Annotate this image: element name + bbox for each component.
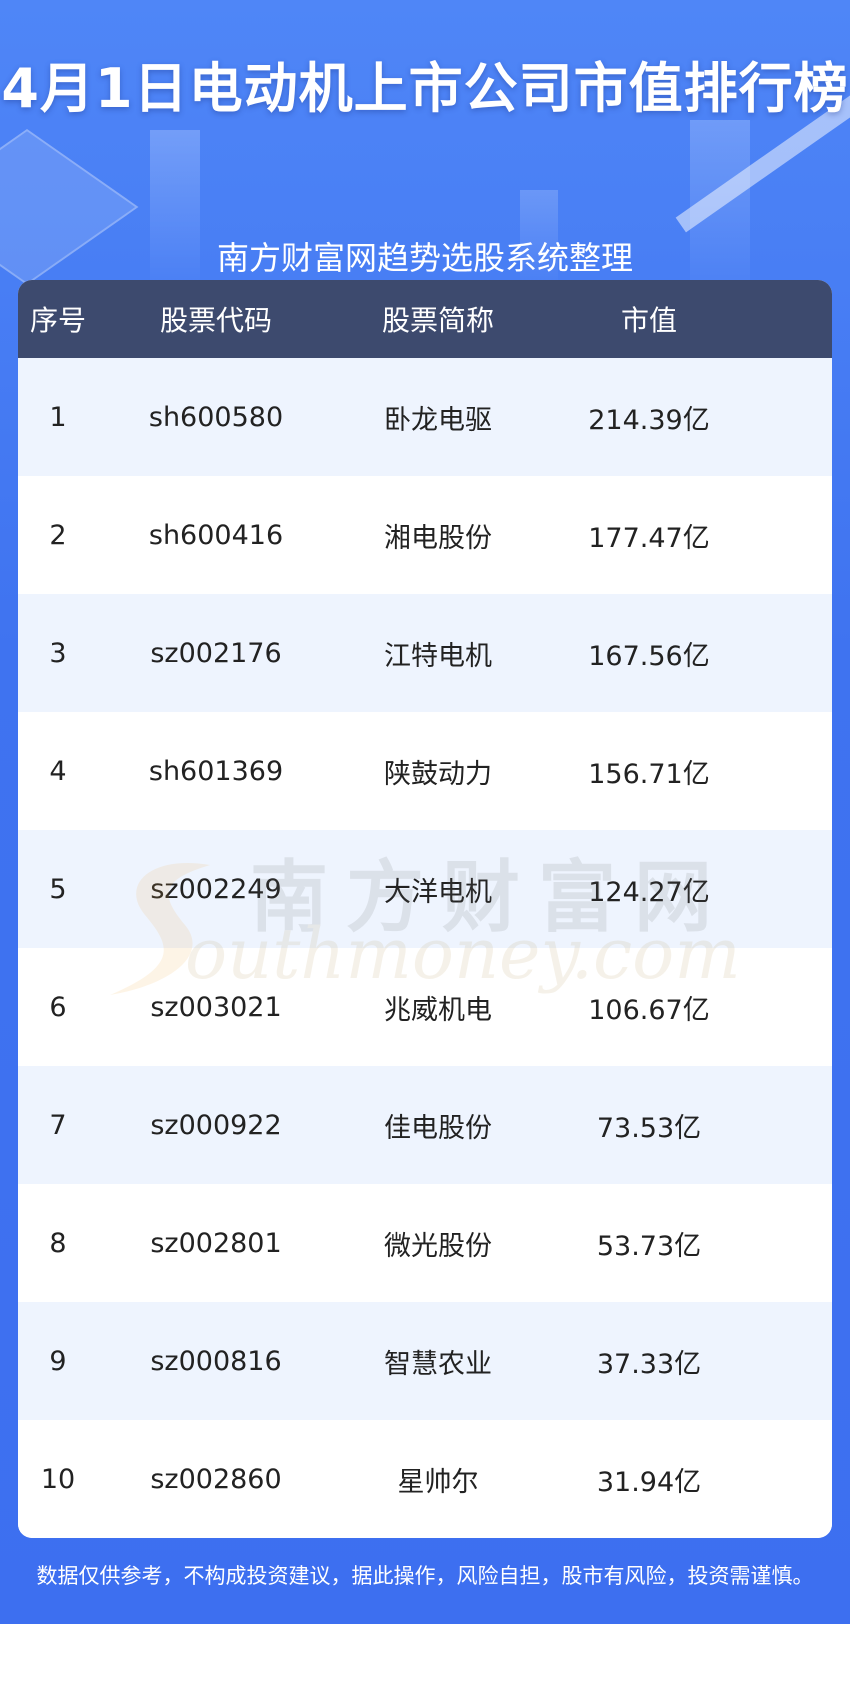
value-cell: 53.73亿 xyxy=(596,1230,702,1262)
table-row: 2 sh600416 湘电股份 177.47亿 xyxy=(18,476,832,594)
code-cell: sz002176 xyxy=(150,637,282,669)
value-cell: 106.67亿 xyxy=(588,994,710,1026)
value-cell: 156.71亿 xyxy=(588,758,710,790)
value-cell: 124.27亿 xyxy=(588,876,710,908)
table-row: 1 sh600580 卧龙电驱 214.39亿 xyxy=(18,358,832,476)
table-row: 10 sz002860 星帅尔 31.94亿 xyxy=(18,1420,832,1538)
name-cell: 江特电机 xyxy=(384,640,492,672)
code-cell: sz002801 xyxy=(150,1227,282,1259)
code-cell: sz002860 xyxy=(150,1463,282,1495)
table-row: 3 sz002176 江特电机 167.56亿 xyxy=(18,594,832,712)
value-cell: 73.53亿 xyxy=(596,1112,702,1144)
value-cell: 167.56亿 xyxy=(588,640,710,672)
disclaimer-text: 数据仅供参考，不构成投资建议，据此操作，风险自担，股市有风险，投资需谨慎。 xyxy=(36,1564,814,1588)
rank-cell: 4 xyxy=(49,755,67,787)
value-cell: 214.39亿 xyxy=(588,404,710,436)
rank-cell: 5 xyxy=(49,873,67,905)
name-cell: 大洋电机 xyxy=(384,876,492,908)
code-cell: sh600580 xyxy=(148,401,284,433)
code-cell: sh601369 xyxy=(148,755,284,787)
rank-cell: 3 xyxy=(49,637,67,669)
code-cell: sz002249 xyxy=(150,873,282,905)
name-cell: 湘电股份 xyxy=(384,522,492,554)
poster-background: 4月1日电动机上市公司市值排行榜 南方财富网趋势选股系统整理 序号 股票代码 股… xyxy=(0,0,850,1624)
value-cell: 31.94亿 xyxy=(596,1466,702,1498)
rank-cell: 1 xyxy=(49,401,67,433)
rank-cell: 9 xyxy=(49,1345,67,1377)
rank-cell: 10 xyxy=(40,1463,76,1495)
header-name: 股票简称 xyxy=(381,304,494,337)
header-value: 市值 xyxy=(620,304,677,337)
table-row: 7 sz000922 佳电股份 73.53亿 xyxy=(18,1066,832,1184)
rank-cell: 8 xyxy=(49,1227,67,1259)
code-cell: sz000816 xyxy=(150,1345,282,1377)
table-row: 5 sz002249 大洋电机 124.27亿 xyxy=(18,830,832,948)
table-row: 6 sz003021 兆威机电 106.67亿 xyxy=(18,948,832,1066)
table-body: 1 sh600580 卧龙电驱 214.39亿 2 sh600416 湘电股份 … xyxy=(18,358,832,1538)
rank-cell: 6 xyxy=(49,991,67,1023)
ranking-table: 序号 股票代码 股票简称 市值 1 sh600580 卧龙电驱 214.39亿 … xyxy=(18,280,832,1538)
rank-cell: 7 xyxy=(49,1109,67,1141)
value-cell: 177.47亿 xyxy=(588,522,710,554)
page-title: 4月1日电动机上市公司市值排行榜 xyxy=(1,57,849,120)
name-cell: 卧龙电驱 xyxy=(384,404,492,436)
header-code: 股票代码 xyxy=(159,304,272,337)
page-subtitle: 南方财富网趋势选股系统整理 xyxy=(216,239,633,277)
name-cell: 星帅尔 xyxy=(397,1466,479,1498)
code-cell: sz000922 xyxy=(150,1109,282,1141)
name-cell: 佳电股份 xyxy=(384,1112,492,1144)
value-cell: 37.33亿 xyxy=(596,1348,702,1380)
rank-cell: 2 xyxy=(49,519,67,551)
code-cell: sh600416 xyxy=(148,519,284,551)
name-cell: 微光股份 xyxy=(384,1230,492,1262)
table-header-row: 序号 股票代码 股票简称 市值 xyxy=(18,280,832,358)
table-row: 9 sz000816 智慧农业 37.33亿 xyxy=(18,1302,832,1420)
code-cell: sz003021 xyxy=(150,991,282,1023)
name-cell: 智慧农业 xyxy=(384,1348,492,1380)
table-row: 8 sz002801 微光股份 53.73亿 xyxy=(18,1184,832,1302)
name-cell: 陕鼓动力 xyxy=(384,758,492,790)
name-cell: 兆威机电 xyxy=(384,994,492,1026)
table-row: 4 sh601369 陕鼓动力 156.71亿 xyxy=(18,712,832,830)
header-rank: 序号 xyxy=(29,304,86,337)
